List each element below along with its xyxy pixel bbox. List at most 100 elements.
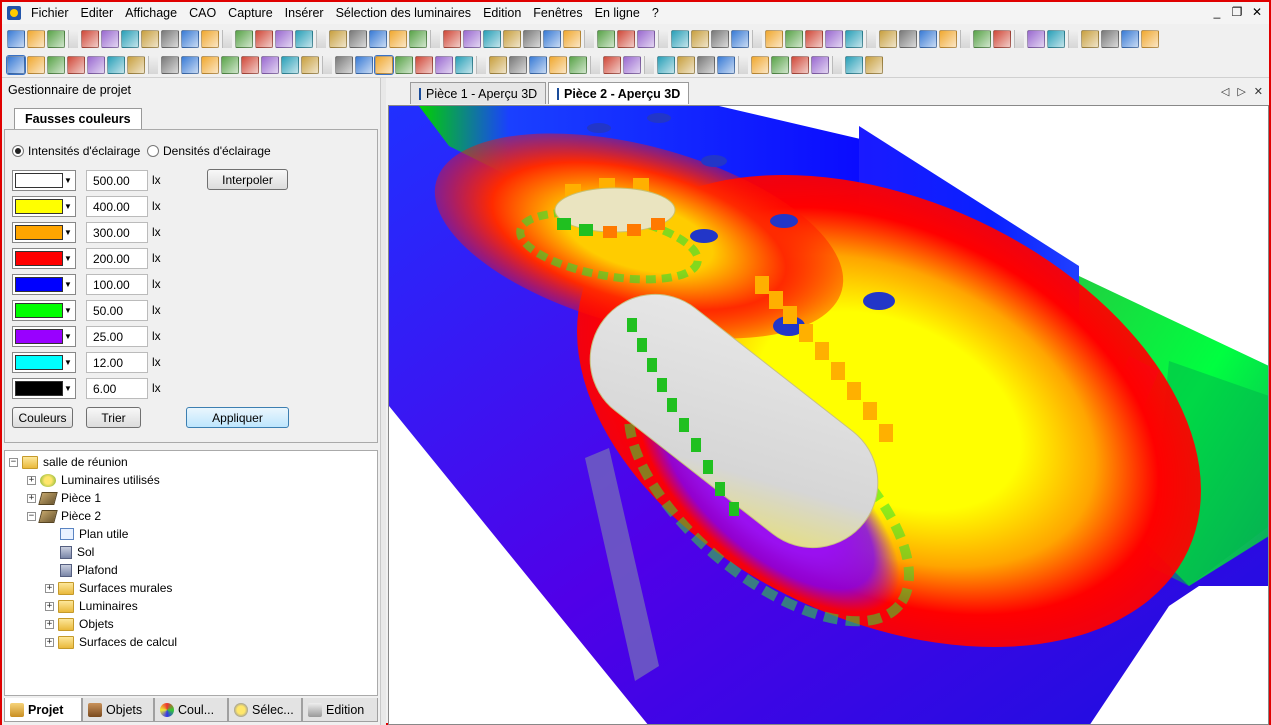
stairs-icon[interactable]	[691, 30, 709, 48]
tab-projet[interactable]: Projet	[4, 698, 82, 722]
tree-node-room1[interactable]: + Pièce 1	[27, 489, 101, 507]
color-picker[interactable]: ▼	[12, 325, 76, 347]
panel-splitter[interactable]	[380, 78, 386, 725]
close-doc-icon[interactable]: ✕	[1254, 85, 1263, 98]
expand-icon[interactable]: +	[45, 637, 54, 647]
menu-fichier[interactable]: Fichier	[25, 2, 75, 24]
polyline-icon[interactable]	[1081, 30, 1099, 48]
toolbar-separator[interactable]	[590, 55, 600, 74]
tree-node-wall-surfaces[interactable]: + Surfaces murales	[45, 579, 172, 597]
color-picker[interactable]: ▼	[12, 377, 76, 399]
menu-cao[interactable]: CAO	[183, 2, 222, 24]
level-value-input[interactable]: 100.00	[86, 273, 148, 295]
select-lum-c-icon[interactable]	[47, 55, 65, 74]
palette-box-icon[interactable]	[785, 30, 803, 48]
frame-icon[interactable]	[939, 30, 957, 48]
save-icon[interactable]	[47, 30, 65, 48]
viewport-3d[interactable]	[388, 105, 1269, 725]
dropdown-arrow-icon[interactable]: ▼	[63, 358, 73, 367]
tab-room2-3d[interactable]: Pièce 2 - Aperçu 3D	[548, 82, 689, 104]
toolbar-separator[interactable]	[960, 30, 970, 48]
align-f-icon[interactable]	[717, 55, 735, 74]
shape-e-icon[interactable]	[899, 30, 917, 48]
color-picker[interactable]: ▼	[12, 299, 76, 321]
l-room-icon[interactable]	[255, 30, 273, 48]
room-3d-c-icon[interactable]	[295, 30, 313, 48]
align-d-icon[interactable]	[677, 55, 695, 74]
unlink-icon[interactable]	[389, 30, 407, 48]
align-b-icon[interactable]	[623, 55, 641, 74]
box-edit-icon[interactable]	[731, 30, 749, 48]
collapse-icon[interactable]: −	[9, 457, 18, 467]
restore-icon[interactable]: ❐	[1231, 5, 1243, 19]
align-c-icon[interactable]	[657, 55, 675, 74]
page-icon[interactable]	[529, 55, 547, 74]
texture-frame-icon[interactable]	[919, 30, 937, 48]
menu-help[interactable]: ?	[646, 2, 665, 24]
tree-node-used-luminaires[interactable]: + Luminaires utilisés	[27, 471, 160, 489]
grid-grey-icon[interactable]	[241, 55, 259, 74]
tree-node-room2[interactable]: − Pièce 2	[27, 507, 101, 525]
cuboid-icon[interactable]	[329, 30, 347, 48]
level-value-input[interactable]: 200.00	[86, 247, 148, 269]
menu-capture[interactable]: Capture	[222, 2, 278, 24]
tree-node-luminaires[interactable]: + Luminaires	[45, 597, 138, 615]
copy-icon[interactable]	[161, 30, 179, 48]
align-j-icon[interactable]	[811, 55, 829, 74]
dropdown-arrow-icon[interactable]: ▼	[63, 332, 73, 341]
zoom-fit-icon[interactable]	[349, 30, 367, 48]
network-icon[interactable]	[1027, 30, 1045, 48]
film-icon[interactable]	[569, 55, 587, 74]
circle-icon[interactable]	[1121, 30, 1139, 48]
rotate-view-icon[interactable]	[374, 54, 394, 75]
hand-icon[interactable]	[395, 55, 413, 74]
align-i-icon[interactable]	[791, 55, 809, 74]
dxf-icon[interactable]	[221, 55, 239, 74]
planner-card-icon[interactable]	[563, 30, 581, 48]
tab-objets[interactable]: Objets	[82, 698, 154, 722]
edit-b-icon[interactable]	[523, 30, 541, 48]
tools-icon[interactable]	[973, 30, 991, 48]
app-icon[interactable]	[7, 6, 21, 20]
toolbar-separator[interactable]	[658, 30, 668, 48]
expand-icon[interactable]: +	[45, 601, 54, 611]
print-icon[interactable]	[81, 30, 99, 48]
grid-grey-b-icon[interactable]	[261, 55, 279, 74]
print-preview-icon[interactable]	[101, 30, 119, 48]
tab-false-colors[interactable]: Fausses couleurs	[14, 108, 142, 130]
undo-icon[interactable]	[201, 30, 219, 48]
select-lum-d-icon[interactable]	[67, 55, 85, 74]
toolbar-separator[interactable]	[430, 30, 440, 48]
toolbar-separator[interactable]	[1014, 30, 1024, 48]
interpolate-button[interactable]: Interpoler	[207, 169, 288, 190]
radio-density[interactable]	[147, 145, 159, 157]
light-arrow-icon[interactable]	[637, 30, 655, 48]
select-lum-b-icon[interactable]	[27, 55, 45, 74]
tree-node-calc-surfaces[interactable]: + Surfaces de calcul	[45, 633, 177, 651]
sort-button[interactable]: Trier	[86, 407, 141, 428]
toolbar-separator[interactable]	[68, 30, 78, 48]
tree-node-ceiling[interactable]: Plafond	[60, 561, 118, 579]
align-h-icon[interactable]	[771, 55, 789, 74]
toolbar-separator[interactable]	[316, 30, 326, 48]
tab-room1-3d[interactable]: Pièce 1 - Aperçu 3D	[410, 82, 546, 104]
edit-c-icon[interactable]	[543, 30, 561, 48]
menu-en-ligne[interactable]: En ligne	[589, 2, 646, 24]
shape-c-icon[interactable]	[845, 30, 863, 48]
cube-edit-icon[interactable]	[463, 30, 481, 48]
tree-node-floor[interactable]: Sol	[60, 543, 94, 561]
color-picker[interactable]: ▼	[12, 221, 76, 243]
level-value-input[interactable]: 25.00	[86, 325, 148, 347]
toolbar-separator[interactable]	[322, 55, 332, 74]
grid-grey-c-icon[interactable]	[281, 55, 299, 74]
curve-icon[interactable]	[1101, 30, 1119, 48]
level-value-input[interactable]: 6.00	[86, 377, 148, 399]
color-picker[interactable]: ▼	[12, 195, 76, 217]
edit-a-icon[interactable]	[503, 30, 521, 48]
box-texture-icon[interactable]	[711, 30, 729, 48]
toolbar-separator[interactable]	[584, 30, 594, 48]
prev-tab-icon[interactable]: ◁	[1221, 85, 1229, 98]
align-l-icon[interactable]	[865, 55, 883, 74]
align-g-icon[interactable]	[751, 55, 769, 74]
menu-edition[interactable]: Edition	[477, 2, 527, 24]
